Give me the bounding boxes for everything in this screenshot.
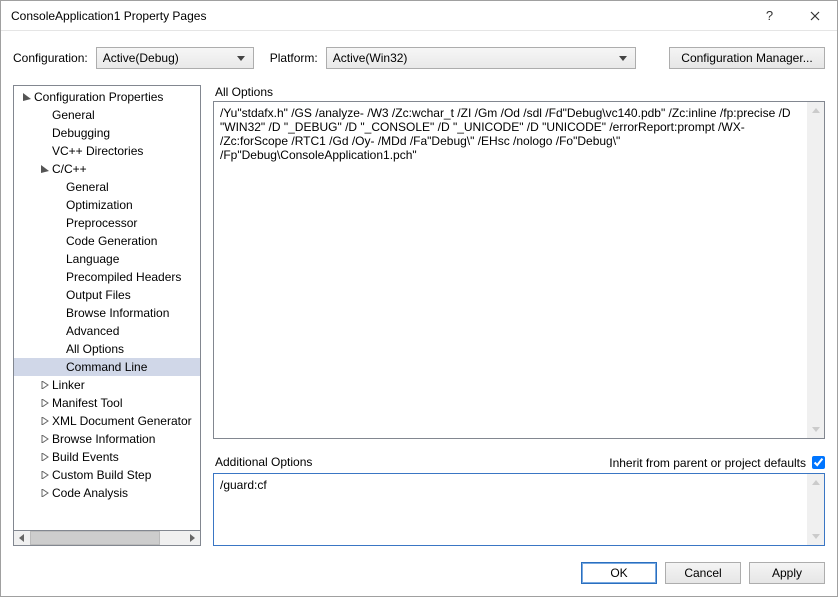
tree-item-build-events[interactable]: Build Events: [14, 448, 200, 466]
expand-icon[interactable]: [38, 417, 52, 425]
collapse-icon[interactable]: [20, 93, 34, 101]
scroll-left-icon[interactable]: [14, 531, 30, 545]
expand-icon[interactable]: [38, 435, 52, 443]
tree-item-debugging[interactable]: Debugging: [14, 124, 200, 142]
tree-item-custom-build[interactable]: Custom Build Step: [14, 466, 200, 484]
property-tree[interactable]: Configuration Properties General Debuggi…: [13, 85, 201, 531]
tree-item-vcdirs[interactable]: VC++ Directories: [14, 142, 200, 160]
tree-hscrollbar[interactable]: [13, 530, 201, 546]
tree-item-ccpp-general[interactable]: General: [14, 178, 200, 196]
tree-item-ccpp[interactable]: C/C++: [14, 160, 200, 178]
cancel-button[interactable]: Cancel: [665, 562, 741, 584]
tree-item-config-props[interactable]: Configuration Properties: [14, 88, 200, 106]
close-icon: [810, 11, 820, 21]
tree-item-xmldoc[interactable]: XML Document Generator: [14, 412, 200, 430]
tree-item-browseinfo[interactable]: Browse Information: [14, 430, 200, 448]
tree-item-all-options[interactable]: All Options: [14, 340, 200, 358]
tree-item-advanced[interactable]: Advanced: [14, 322, 200, 340]
inherit-label: Inherit from parent or project defaults: [609, 456, 806, 470]
expand-icon[interactable]: [38, 399, 52, 407]
tree-item-output-files[interactable]: Output Files: [14, 286, 200, 304]
dialog-footer: OK Cancel Apply: [1, 550, 837, 596]
platform-label: Platform:: [270, 51, 318, 65]
configuration-label: Configuration:: [13, 51, 88, 65]
tree-item-optimization[interactable]: Optimization: [14, 196, 200, 214]
all-options-text[interactable]: /Yu"stdafx.h" /GS /analyze- /W3 /Zc:wcha…: [214, 102, 807, 438]
platform-combo[interactable]: Active(Win32): [326, 47, 636, 69]
tree-item-code-analysis[interactable]: Code Analysis: [14, 484, 200, 502]
scroll-down-icon[interactable]: [807, 528, 824, 545]
tree-panel: Configuration Properties General Debuggi…: [13, 85, 201, 546]
expand-icon[interactable]: [38, 381, 52, 389]
scroll-right-icon[interactable]: [184, 531, 200, 545]
tree-item-pch[interactable]: Precompiled Headers: [14, 268, 200, 286]
scroll-up-icon[interactable]: [807, 474, 824, 491]
expand-icon[interactable]: [38, 471, 52, 479]
tree-item-general[interactable]: General: [14, 106, 200, 124]
right-panel: All Options /Yu"stdafx.h" /GS /analyze- …: [213, 85, 825, 546]
tree-item-preprocessor[interactable]: Preprocessor: [14, 214, 200, 232]
configuration-combo-value: Active(Debug): [103, 51, 233, 65]
tree-item-linker[interactable]: Linker: [14, 376, 200, 394]
ok-button[interactable]: OK: [581, 562, 657, 584]
inherit-checkbox[interactable]: [812, 456, 825, 469]
window-title: ConsoleApplication1 Property Pages: [11, 9, 747, 23]
apply-button[interactable]: Apply: [749, 562, 825, 584]
property-pages-dialog: ConsoleApplication1 Property Pages ? Con…: [0, 0, 838, 597]
tree-item-browseinfo-ccpp[interactable]: Browse Information: [14, 304, 200, 322]
body-area: Configuration Properties General Debuggi…: [1, 85, 837, 550]
help-button[interactable]: ?: [747, 1, 792, 31]
additional-options-vscrollbar[interactable]: [807, 474, 824, 545]
chevron-down-icon: [233, 56, 249, 61]
collapse-icon[interactable]: [38, 165, 52, 173]
all-options-box: /Yu"stdafx.h" /GS /analyze- /W3 /Zc:wcha…: [213, 101, 825, 439]
configuration-combo[interactable]: Active(Debug): [96, 47, 254, 69]
scroll-thumb[interactable]: [30, 531, 160, 545]
scroll-up-icon[interactable]: [807, 102, 824, 119]
additional-options-box: /guard:cf: [213, 473, 825, 546]
tree-item-command-line[interactable]: Command Line: [14, 358, 200, 376]
tree-item-manifest[interactable]: Manifest Tool: [14, 394, 200, 412]
tree-item-language[interactable]: Language: [14, 250, 200, 268]
tree-item-codegen[interactable]: Code Generation: [14, 232, 200, 250]
close-button[interactable]: [792, 1, 837, 31]
scroll-down-icon[interactable]: [807, 421, 824, 438]
configuration-manager-button[interactable]: Configuration Manager...: [669, 47, 825, 69]
all-options-vscrollbar[interactable]: [807, 102, 824, 438]
platform-combo-value: Active(Win32): [333, 51, 615, 65]
configuration-toolbar: Configuration: Active(Debug) Platform: A…: [1, 31, 837, 85]
inherit-checkbox-row[interactable]: Inherit from parent or project defaults: [609, 456, 825, 470]
chevron-down-icon: [615, 56, 631, 61]
expand-icon[interactable]: [38, 453, 52, 461]
expand-icon[interactable]: [38, 489, 52, 497]
all-options-label: All Options: [215, 85, 825, 99]
titlebar: ConsoleApplication1 Property Pages ?: [1, 1, 837, 31]
additional-options-text[interactable]: /guard:cf: [214, 474, 807, 545]
additional-options-label: Additional Options: [215, 455, 312, 469]
